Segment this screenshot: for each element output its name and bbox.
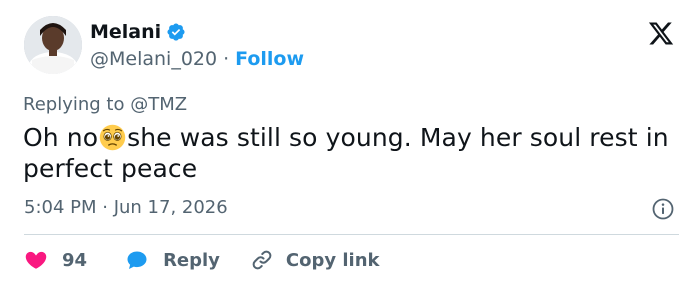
reply-bubble-icon [127,251,147,269]
author-name[interactable]: Melani [90,21,161,43]
copy-link-button[interactable]: Copy link [250,248,380,272]
link-icon [252,250,272,270]
separator-dot: · [223,48,230,70]
like-button[interactable]: 94 [24,248,87,272]
tweet-text-before-emoji: Oh no [23,123,99,152]
reply-button[interactable]: Reply [125,248,220,272]
heart-icon [25,251,47,269]
tweet-card: Melani @Melani_020 · Follow Replying to … [0,0,700,287]
avatar[interactable] [24,16,82,74]
tweet-timestamp[interactable]: 5:04 PM · Jun 17, 2026 [24,197,228,219]
tweet-text: Oh no she was still so young. May her so… [23,122,673,184]
replying-to-mention[interactable]: @TMZ [130,94,187,115]
replying-prefix: Replying to [23,94,125,115]
reply-label: Reply [163,249,220,271]
divider [24,234,679,235]
replying-to-line: Replying to @TMZ [23,94,187,116]
author-handle-row: @Melani_020 · Follow [90,47,304,71]
author-handle[interactable]: @Melani_020 [90,47,217,71]
author-name-row: Melani [90,21,186,43]
info-icon[interactable] [651,197,675,221]
verified-badge-icon [167,23,185,41]
copy-link-label: Copy link [285,249,380,271]
pleading-face-emoji-icon [99,124,126,151]
like-count: 94 [62,249,88,271]
action-bar: 94 Reply Copy link [24,246,380,274]
x-logo-icon[interactable] [647,20,675,47]
avatar-image [24,16,82,74]
follow-button[interactable]: Follow [235,47,304,71]
